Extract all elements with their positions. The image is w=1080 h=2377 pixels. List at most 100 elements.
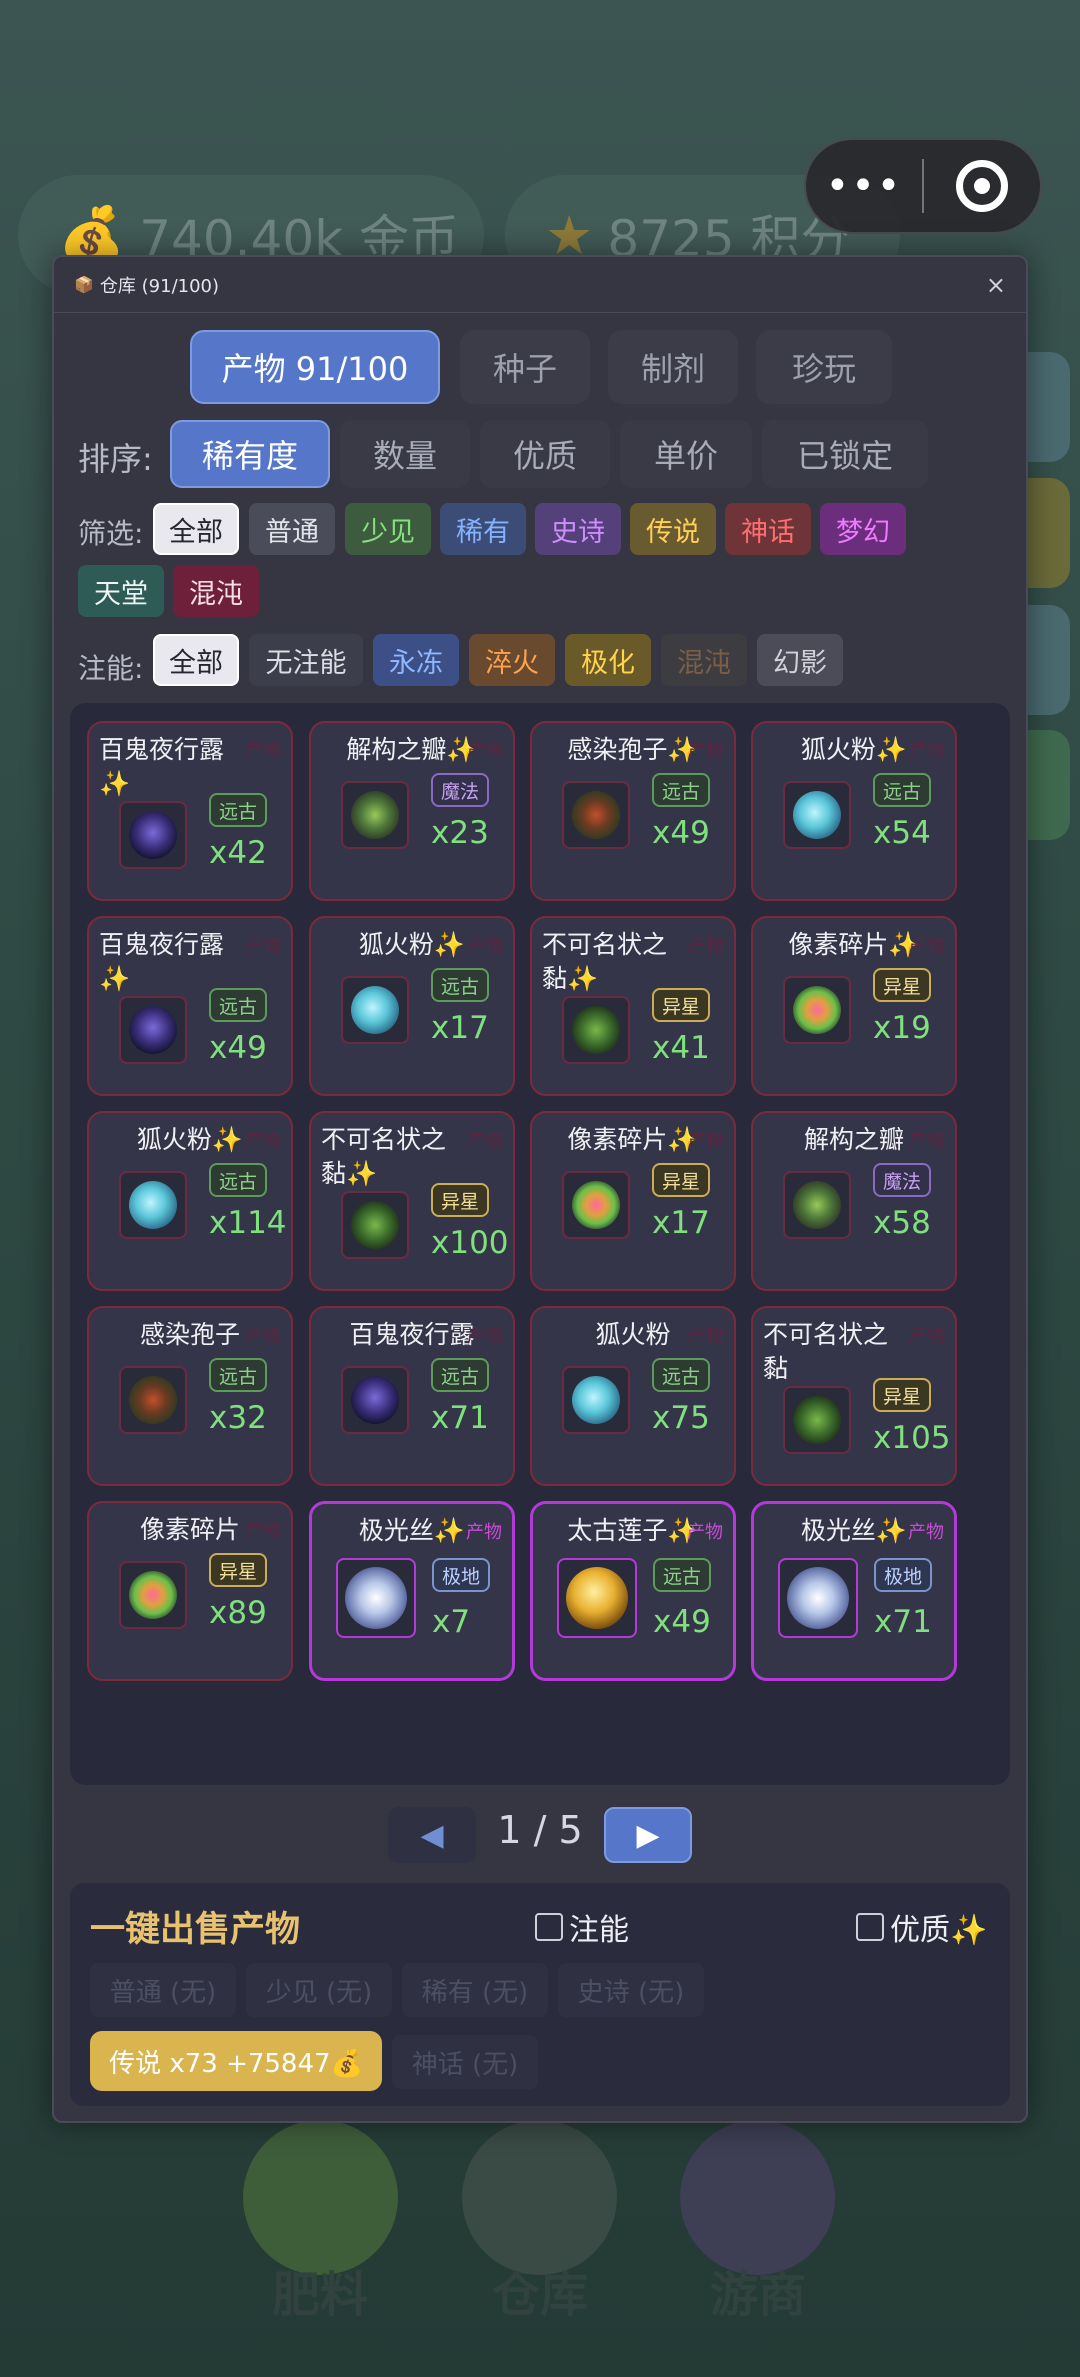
infuse-quench[interactable]: 淬火 bbox=[469, 634, 555, 686]
item-card[interactable]: 百鬼夜行露✨ 产物 远古 x49 bbox=[87, 916, 293, 1096]
tab-potions[interactable]: 制剂 bbox=[608, 330, 738, 404]
item-origin-tag: 魔法 bbox=[431, 773, 490, 807]
filter-chaos[interactable]: 混沌 bbox=[173, 565, 259, 617]
deconstruct-petal-icon bbox=[341, 781, 409, 849]
sort-quality[interactable]: 优质 bbox=[480, 420, 610, 488]
item-card[interactable]: 解构之瓣✨ 产物 魔法 x23 bbox=[309, 721, 515, 901]
item-card[interactable]: 极光丝✨ 产物 极地 x71 bbox=[751, 1501, 957, 1681]
infuse-frozen[interactable]: 永冻 bbox=[373, 634, 459, 686]
prev-page-button[interactable]: ◀ bbox=[388, 1807, 476, 1863]
infuse-all[interactable]: 全部 bbox=[153, 634, 239, 686]
tab-seeds[interactable]: 种子 bbox=[460, 330, 590, 404]
dock-merchant-icon bbox=[680, 2120, 835, 2275]
item-origin-tag: 远古 bbox=[873, 773, 932, 807]
item-origin-tag: 远古 bbox=[209, 988, 268, 1022]
item-origin-tag: 异星 bbox=[431, 1183, 490, 1217]
item-card[interactable]: 狐火粉 产物 远古 x75 bbox=[530, 1306, 736, 1486]
infuse-none[interactable]: 无注能 bbox=[249, 634, 363, 686]
sort-unit-price[interactable]: 单价 bbox=[620, 420, 752, 488]
item-card[interactable]: 像素碎片✨ 产物 异星 x19 bbox=[751, 916, 957, 1096]
infuse-checkbox[interactable]: 注能 bbox=[535, 1905, 629, 1949]
item-card[interactable]: 极光丝✨ 产物 极地 x7 bbox=[309, 1501, 515, 1681]
item-origin-tag: 远古 bbox=[431, 968, 490, 1002]
item-card[interactable]: 像素碎片 产物 异星 x89 bbox=[87, 1501, 293, 1681]
item-card[interactable]: 像素碎片✨ 产物 异星 x17 bbox=[530, 1111, 736, 1291]
filter-fantasy[interactable]: 梦幻 bbox=[820, 503, 906, 555]
sort-quantity[interactable]: 数量 bbox=[340, 420, 470, 488]
foxfire-powder-icon bbox=[783, 781, 851, 849]
sell-common-button[interactable]: 普通 (无) bbox=[90, 1963, 236, 2017]
dialog-title: 仓库 (91/100) bbox=[99, 275, 220, 297]
infuse-polarize[interactable]: 极化 bbox=[565, 634, 651, 686]
pixel-shard-icon bbox=[119, 1561, 187, 1629]
checkbox-icon[interactable] bbox=[856, 1913, 884, 1941]
filter-mythic[interactable]: 神话 bbox=[725, 503, 811, 555]
item-category: 产物 bbox=[467, 741, 503, 762]
item-card[interactable]: 狐火粉✨ 产物 远古 x17 bbox=[309, 916, 515, 1096]
item-quantity: x54 bbox=[873, 815, 931, 851]
close-button[interactable]: × bbox=[986, 271, 1006, 299]
item-category: 产物 bbox=[467, 936, 503, 957]
item-card[interactable]: 百鬼夜行露 产物 远古 x71 bbox=[309, 1306, 515, 1486]
item-category: 产物 bbox=[245, 936, 281, 957]
quick-sell-panel: 一键出售产物 注能 优质✨ 普通 (无) 少见 (无) 稀有 (无) 史诗 (无… bbox=[70, 1883, 1010, 2106]
aurora-silk-icon bbox=[336, 1558, 416, 1638]
item-origin-tag: 远古 bbox=[652, 773, 711, 807]
quality-checkbox[interactable]: 优质✨ bbox=[856, 1905, 987, 1949]
item-quantity: x49 bbox=[652, 815, 710, 851]
sell-mythic-button[interactable]: 神话 (无) bbox=[392, 2035, 538, 2089]
next-page-button[interactable]: ▶ bbox=[604, 1807, 692, 1863]
item-category: 产物 bbox=[466, 1522, 502, 1543]
item-card[interactable]: 不可名状之黏✨ 产物 异星 x100 bbox=[309, 1111, 515, 1291]
filter-uncommon[interactable]: 少见 bbox=[345, 503, 431, 555]
nameless-slime-icon bbox=[562, 996, 630, 1064]
filter-rare[interactable]: 稀有 bbox=[440, 503, 526, 555]
sell-uncommon-button[interactable]: 少见 (无) bbox=[246, 1963, 392, 2017]
item-card[interactable]: 太古莲子✨ 产物 远古 x49 bbox=[530, 1501, 736, 1681]
item-quantity: x100 bbox=[431, 1225, 509, 1261]
item-card[interactable]: 感染孢子 产物 远古 x32 bbox=[87, 1306, 293, 1486]
more-icon[interactable]: ••• bbox=[806, 163, 922, 209]
infuse-checkbox-label: 注能 bbox=[569, 1913, 629, 1948]
mini-program-capsule: ••• bbox=[804, 138, 1042, 234]
item-card[interactable]: 不可名状之黏✨ 产物 异星 x41 bbox=[530, 916, 736, 1096]
ghost-dew-icon bbox=[341, 1366, 409, 1434]
sell-legendary-button[interactable]: 传说 x73 +75847💰 bbox=[90, 2031, 382, 2091]
tab-curios[interactable]: 珍玩 bbox=[756, 330, 892, 404]
item-origin-tag: 极地 bbox=[874, 1558, 933, 1592]
item-category: 产物 bbox=[245, 1131, 281, 1152]
item-card[interactable]: 狐火粉✨ 产物 远古 x54 bbox=[751, 721, 957, 901]
filter-epic[interactable]: 史诗 bbox=[535, 503, 621, 555]
item-quantity: x17 bbox=[431, 1010, 489, 1046]
item-category: 产物 bbox=[909, 1326, 945, 1347]
filter-legendary[interactable]: 传说 bbox=[630, 503, 716, 555]
item-card[interactable]: 解构之瓣 产物 魔法 x58 bbox=[751, 1111, 957, 1291]
item-card[interactable]: 狐火粉✨ 产物 远古 x114 bbox=[87, 1111, 293, 1291]
item-quantity: x7 bbox=[432, 1604, 471, 1640]
item-quantity: x17 bbox=[652, 1205, 710, 1241]
item-quantity: x58 bbox=[873, 1205, 931, 1241]
filter-common[interactable]: 普通 bbox=[249, 503, 335, 555]
infuse-phantom[interactable]: 幻影 bbox=[757, 634, 843, 686]
sell-rare-button[interactable]: 稀有 (无) bbox=[402, 1963, 548, 2017]
checkbox-icon[interactable] bbox=[535, 1913, 563, 1941]
tab-products[interactable]: 产物 91/100 bbox=[190, 330, 440, 404]
sort-locked[interactable]: 已锁定 bbox=[762, 420, 928, 488]
item-card[interactable]: 感染孢子✨ 产物 远古 x49 bbox=[530, 721, 736, 901]
item-category: 产物 bbox=[688, 741, 724, 762]
infuse-chaos[interactable]: 混沌 bbox=[661, 634, 747, 686]
deconstruct-petal-icon bbox=[783, 1171, 851, 1239]
filter-all[interactable]: 全部 bbox=[153, 503, 239, 555]
close-program-icon[interactable] bbox=[924, 160, 1040, 212]
sort-rarity[interactable]: 稀有度 bbox=[170, 420, 330, 488]
item-category: 产物 bbox=[908, 1522, 944, 1543]
item-quantity: x32 bbox=[209, 1400, 267, 1436]
item-quantity: x114 bbox=[209, 1205, 287, 1241]
item-card[interactable]: 百鬼夜行露✨ 产物 远古 x42 bbox=[87, 721, 293, 901]
item-name: 百鬼夜行露✨ bbox=[99, 930, 225, 993]
item-category: 产物 bbox=[687, 1522, 723, 1543]
sell-epic-button[interactable]: 史诗 (无) bbox=[558, 1963, 704, 2017]
filter-heaven[interactable]: 天堂 bbox=[78, 565, 164, 617]
item-category: 产物 bbox=[245, 1326, 281, 1347]
item-card[interactable]: 不可名状之黏 产物 异星 x105 bbox=[751, 1306, 957, 1486]
